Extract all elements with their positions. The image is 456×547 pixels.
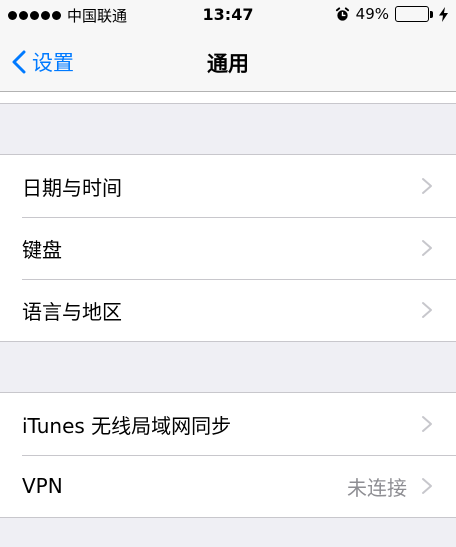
back-button[interactable]: 设置 [12, 44, 74, 80]
carrier-name: 中国联通 [67, 7, 128, 25]
chevron-right-icon [422, 478, 432, 494]
chevron-right-icon [422, 240, 432, 256]
row-label: iTunes 无线局域网同步 [22, 413, 232, 438]
charging-bolt-icon [439, 6, 448, 22]
row-keyboard[interactable]: 键盘 [0, 217, 456, 279]
row-vpn[interactable]: VPN 未连接 [0, 455, 456, 517]
back-button-label: 设置 [32, 51, 74, 75]
row-label: 语言与地区 [22, 299, 122, 324]
status-bar: 中国联通 13:47 49% [0, 0, 456, 32]
status-right: 49% [335, 5, 448, 23]
battery-percent: 49% [355, 5, 389, 23]
row-date-time[interactable]: 日期与时间 [0, 155, 456, 217]
row-language-region[interactable]: 语言与地区 [0, 279, 456, 341]
row-itunes-wifi-sync[interactable]: iTunes 无线局域网同步 [0, 393, 456, 455]
battery-icon [395, 6, 433, 22]
row-label: 日期与时间 [22, 175, 122, 200]
settings-group-1: 日期与时间 键盘 语言与地区 [0, 154, 456, 342]
settings-group-2: iTunes 无线局域网同步 VPN 未连接 [0, 392, 456, 518]
top-list-edge [0, 92, 456, 104]
chevron-left-icon [12, 50, 26, 74]
alarm-icon [335, 6, 349, 21]
row-label: 键盘 [22, 237, 62, 262]
status-left: 中国联通 [8, 5, 127, 26]
chevron-right-icon [422, 416, 432, 432]
vpn-status: 未连接 [347, 475, 407, 500]
chevron-right-icon [422, 178, 432, 194]
signal-strength-icon [8, 11, 61, 20]
chevron-right-icon [422, 302, 432, 318]
navigation-bar: 设置 通用 [0, 32, 456, 92]
row-label: VPN [22, 474, 63, 498]
settings-screen: 中国联通 13:47 49% 设置 通用 日期与时间 键盘 语言与地区 iTun… [0, 0, 456, 547]
